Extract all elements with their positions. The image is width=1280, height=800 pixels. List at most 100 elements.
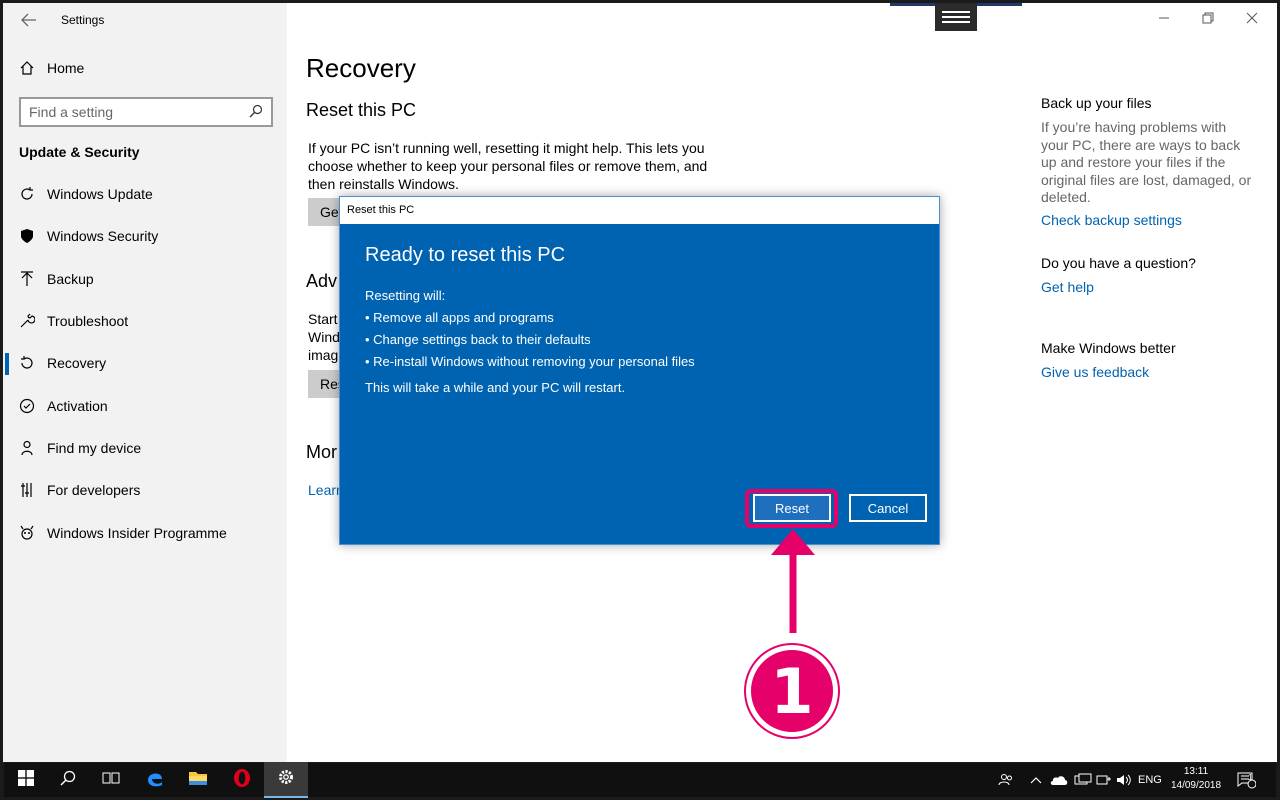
person-pin-icon — [19, 440, 35, 456]
restore-icon[interactable] — [1200, 10, 1216, 26]
sidebar-item-windows-update[interactable]: Windows Update — [3, 173, 287, 215]
home-nav-item[interactable]: Home — [19, 60, 84, 76]
opera-icon — [232, 768, 252, 793]
sidebar-item-find-my-device[interactable]: Find my device — [3, 427, 287, 469]
onedrive-icon[interactable] — [1050, 762, 1068, 798]
close-icon[interactable] — [1244, 10, 1260, 26]
reset-description: If your PC isn’t running well, resetting… — [308, 139, 707, 193]
sidebar-item-backup[interactable]: Backup — [3, 258, 287, 300]
backup-text: If you’re having problems with your PC, … — [1041, 119, 1252, 205]
search-input[interactable]: Find a setting — [19, 97, 273, 127]
dialog-body: Resetting will: • Remove all apps and pr… — [365, 285, 695, 373]
people-icon[interactable] — [998, 762, 1014, 798]
sidebar-item-label: Troubleshoot — [47, 313, 129, 330]
sidebar-item-label: Backup — [47, 270, 94, 287]
reset-dialog: Reset this PC Ready to reset this PC Res… — [339, 196, 940, 545]
edge-taskbar-button[interactable] — [133, 762, 177, 798]
file-explorer-button[interactable] — [176, 762, 220, 798]
shield-icon — [19, 228, 35, 244]
home-icon — [19, 60, 35, 76]
window-controls — [1156, 10, 1260, 26]
volume-icon[interactable] — [1116, 762, 1132, 798]
home-label: Home — [47, 60, 85, 76]
sidebar-item-recovery[interactable]: Recovery — [3, 342, 287, 384]
search-icon[interactable] — [249, 104, 263, 121]
give-feedback-link[interactable]: Give us feedback — [1041, 364, 1176, 380]
reset-heading: Reset this PC — [306, 100, 417, 120]
wrench-icon — [19, 313, 35, 329]
sidebar: Settings Home Find a setting Update & Se… — [3, 3, 287, 762]
settings-taskbar-button[interactable] — [264, 762, 308, 798]
sidebar-item-troubleshoot[interactable]: Troubleshoot — [3, 300, 287, 342]
sidebar-item-label: Find my device — [47, 439, 142, 456]
more-heading: Mor — [306, 442, 337, 462]
dialog-bullet: • Remove all apps and programs — [365, 310, 554, 325]
question-panel: Do you have a question? Get help — [1041, 255, 1196, 295]
windows-logo-icon — [18, 769, 34, 791]
task-view-button[interactable] — [89, 762, 133, 798]
action-center-icon[interactable]: 1 — [1236, 762, 1256, 798]
backup-panel: Back up your files If you’re having prob… — [1041, 95, 1256, 228]
edge-icon — [145, 768, 165, 793]
dialog-footer: This will take a while and your PC will … — [365, 380, 626, 395]
taskbar: ENG 13:11 14/09/2018 1 — [0, 762, 1280, 800]
task-view-icon — [102, 770, 120, 791]
sidebar-item-label: Windows Insider Programme — [47, 524, 227, 541]
sidebar-item-label: For developers — [47, 482, 141, 499]
sidebar-item-label: Windows Security — [47, 228, 159, 245]
opera-taskbar-button[interactable] — [220, 762, 264, 798]
search-placeholder: Find a setting — [29, 104, 114, 120]
step-badge: 1 — [746, 645, 838, 737]
advanced-heading: Adv — [306, 271, 338, 291]
folder-icon — [188, 769, 208, 792]
check-circle-icon — [19, 398, 35, 414]
clock-time: 13:11 — [1183, 766, 1209, 777]
get-started-button[interactable]: Get — [308, 198, 342, 226]
backup-title: Back up your files — [1041, 95, 1152, 111]
back-arrow-icon[interactable] — [21, 13, 39, 27]
start-button[interactable] — [4, 762, 48, 798]
dialog-bullet: • Re-install Windows without removing yo… — [365, 354, 695, 369]
search-icon — [60, 770, 76, 791]
clock-date: 14/09/2018 — [1170, 780, 1222, 791]
power-icon[interactable] — [1096, 762, 1112, 798]
backup-arrow-icon — [19, 271, 35, 287]
nav-list: Windows Update Windows Security Backup T… — [3, 173, 287, 554]
restart-now-button[interactable]: Res — [308, 370, 342, 398]
recovery-icon — [19, 355, 35, 371]
language-indicator[interactable]: ENG — [1138, 762, 1162, 798]
cancel-button[interactable]: Cancel — [849, 494, 927, 522]
chevron-up-icon[interactable] — [1030, 762, 1042, 798]
minimize-icon[interactable] — [1156, 10, 1172, 26]
dialog-heading: Ready to reset this PC — [365, 244, 566, 266]
page-title: Recovery — [306, 53, 416, 83]
dialog-title: Reset this PC — [340, 197, 939, 224]
sidebar-item-label: Recovery — [47, 355, 107, 372]
sidebar-item-label: Windows Update — [47, 186, 153, 203]
sidebar-item-windows-security[interactable]: Windows Security — [3, 215, 287, 257]
menu-handle-icon[interactable] — [935, 3, 977, 31]
insider-icon — [19, 525, 35, 541]
network-icon[interactable] — [1074, 762, 1092, 798]
reset-desc-line: If your PC isn’t running well, resetting… — [308, 140, 705, 156]
app-title: Settings — [61, 13, 105, 27]
reset-desc-line: then reinstalls Windows. — [308, 176, 459, 192]
reset-desc-line: choose whether to keep your personal fil… — [308, 158, 708, 174]
taskbar-search-button[interactable] — [46, 762, 90, 798]
refresh-icon — [19, 186, 35, 202]
check-backup-settings-link[interactable]: Check backup settings — [1041, 212, 1256, 228]
feedback-panel: Make Windows better Give us feedback — [1041, 340, 1176, 380]
sidebar-item-activation[interactable]: Activation — [3, 384, 287, 426]
notification-count: 1 — [1248, 773, 1253, 782]
dialog-bullet: • Change settings back to their defaults — [365, 332, 591, 347]
reset-highlight-box — [745, 489, 838, 528]
sidebar-item-for-developers[interactable]: For developers — [3, 469, 287, 511]
better-title: Make Windows better — [1041, 340, 1176, 356]
get-help-link[interactable]: Get help — [1041, 279, 1196, 295]
resetting-will-label: Resetting will: — [365, 288, 446, 303]
clock[interactable]: 13:11 14/09/2018 — [1168, 765, 1224, 793]
gear-icon — [277, 768, 295, 791]
question-title: Do you have a question? — [1041, 255, 1196, 271]
annotation-arrow-icon — [771, 529, 815, 633]
sidebar-item-windows-insider[interactable]: Windows Insider Programme — [3, 511, 287, 553]
